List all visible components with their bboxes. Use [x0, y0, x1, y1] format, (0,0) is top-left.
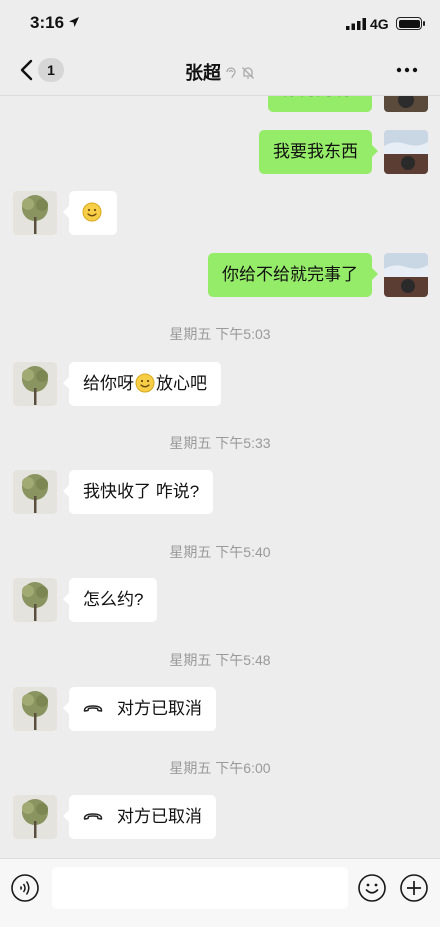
battery-icon — [396, 17, 425, 30]
message-bubble-outgoing[interactable]: 你给不给就完事了 — [208, 253, 378, 297]
phone-hangup-icon — [83, 813, 103, 820]
contact-avatar[interactable] — [13, 191, 57, 235]
signal-icon — [346, 18, 366, 30]
contact-avatar[interactable] — [13, 362, 57, 406]
voice-input-icon[interactable] — [10, 873, 40, 903]
earpiece-mode-icon — [226, 67, 236, 79]
my-avatar[interactable] — [384, 253, 428, 297]
call-record-bubble[interactable]: 对方已取消 — [63, 687, 216, 731]
contact-avatar[interactable] — [13, 687, 57, 731]
message-bubble-incoming[interactable]: 怎么约? — [62, 578, 158, 622]
message-bubble-incoming[interactable]: 给你呀 放心吧 — [63, 362, 221, 406]
message-timestamp: 星期五 下午5:48 — [169, 652, 271, 668]
status-time: 3:16 — [30, 13, 65, 32]
status-bar: 3:16 4G — [0, 0, 440, 44]
contact-avatar[interactable] — [13, 578, 57, 622]
contact-avatar[interactable] — [13, 470, 57, 514]
more-functions-plus-icon[interactable] — [399, 873, 429, 903]
message-timestamp: 星期五 下午6:00 — [169, 760, 271, 776]
my-avatar[interactable] — [384, 130, 428, 174]
mute-bell-icon — [242, 67, 254, 79]
chat-header: 1 张超 — [0, 44, 440, 96]
location-arrow-icon — [69, 17, 79, 27]
chat-title: 张超 — [0, 59, 440, 85]
message-bubble-outgoing[interactable]: 我要我东西 — [259, 130, 378, 174]
smile-emoji-icon — [135, 373, 155, 393]
message-input[interactable] — [52, 867, 348, 909]
contact-avatar[interactable] — [13, 795, 57, 839]
message-timestamp: 星期五 下午5:33 — [169, 435, 271, 451]
message-timestamp: 星期五 下午5:40 — [169, 544, 271, 560]
more-options-icon[interactable] — [394, 58, 420, 82]
call-record-bubble[interactable]: 对方已取消 — [63, 795, 216, 839]
contact-name: 张超 — [185, 63, 221, 83]
message-bubble-incoming[interactable]: 我快收了 咋说? — [62, 470, 214, 514]
chat-input-bar — [0, 858, 440, 927]
message-bubble-incoming[interactable] — [63, 191, 117, 235]
smile-emoji-icon — [82, 202, 102, 222]
message-timestamp: 星期五 下午5:03 — [169, 326, 271, 342]
emoji-icon[interactable] — [357, 873, 387, 903]
phone-hangup-icon — [83, 705, 103, 712]
network-type: 4G — [370, 16, 389, 32]
